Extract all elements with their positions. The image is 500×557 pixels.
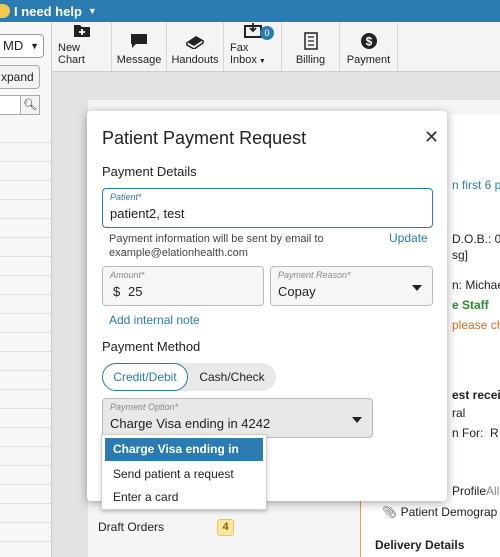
patient-field-label: Patient*	[110, 192, 142, 202]
payment-reason-select[interactable]: Payment Reason* Copay	[270, 266, 433, 306]
billing-button[interactable]: Billing	[282, 22, 340, 71]
help-icon	[0, 4, 10, 18]
payment-icon: $	[359, 32, 379, 50]
payment-method-toggle: Credit/Debit Cash/Check	[102, 363, 276, 391]
fax-inbox-button[interactable]: 0 Fax Inbox ▼	[224, 22, 282, 71]
bg-profile: Profile	[452, 484, 487, 498]
bg-r: R	[490, 426, 499, 440]
bg-first-pages: n first 6 pa	[452, 178, 500, 192]
credit-debit-option[interactable]: Credit/Debit	[102, 363, 188, 391]
dropdown-option-charge-visa[interactable]: Charge Visa ending in 4242	[105, 438, 263, 479]
provider-select[interactable]: MD ▼	[0, 34, 44, 58]
payment-option-dropdown: Charge Visa ending in 4242 Send patient …	[101, 434, 267, 510]
billing-icon	[301, 32, 321, 50]
fax-inbox-label: Fax Inbox ▼	[230, 42, 266, 66]
left-search-input[interactable]: 🔍︎	[0, 95, 40, 115]
payment-reason-value: Copay	[278, 284, 316, 299]
message-label: Message	[116, 54, 162, 66]
patient-field[interactable]: Patient* patient2, test	[102, 188, 433, 228]
dropdown-option-send-request[interactable]: Send patient a request	[102, 463, 266, 486]
bg-staff: e Staff	[452, 298, 489, 312]
bg-delivery: Delivery Details	[375, 538, 465, 552]
new-chart-label: New Chart	[58, 42, 85, 66]
payment-details-heading: Payment Details	[102, 164, 197, 179]
left-panel: MD ▼ xpand 🔍︎	[0, 22, 52, 557]
main-toolbar: New Chart Message Handouts 0 Fax Inbox ▼…	[52, 22, 500, 72]
add-internal-note-link[interactable]: Add internal note	[109, 313, 200, 327]
bg-msg: sg]	[452, 248, 469, 262]
expand-label: xpand	[1, 70, 34, 84]
payment-method-heading: Payment Method	[102, 339, 201, 354]
svg-text:$: $	[365, 35, 372, 49]
bg-dob: D.O.B.: 02	[452, 232, 500, 246]
provider-select-value: MD	[3, 38, 24, 53]
cash-check-option[interactable]: Cash/Check	[188, 363, 276, 391]
book-icon	[185, 32, 205, 50]
email-note: Payment information will be sent by emai…	[109, 233, 324, 259]
update-email-link[interactable]: Update	[389, 231, 428, 245]
modal-title: Patient Payment Request	[102, 128, 307, 148]
payment-option-value: Charge Visa ending in 4242	[110, 416, 271, 431]
amount-field[interactable]: Amount* $ 25	[102, 266, 264, 306]
chevron-down-icon: ▼	[30, 41, 39, 51]
payment-label: Payment	[346, 54, 391, 66]
chevron-down-icon	[412, 285, 422, 291]
search-icon[interactable]: 🔍︎	[20, 95, 40, 115]
payment-reason-label: Payment Reason*	[278, 270, 351, 280]
fax-count-badge: 0	[260, 26, 274, 40]
payment-option-label: Payment Option*	[110, 402, 179, 412]
chevron-down-icon	[352, 417, 362, 423]
amount-field-value: 25	[128, 284, 143, 299]
payment-button[interactable]: $ Payment	[340, 22, 398, 71]
patient-payment-request-modal: Patient Payment Request ✕ Payment Detail…	[87, 111, 447, 510]
bg-request: est receiv	[452, 388, 500, 402]
dropdown-option-enter-card[interactable]: Enter a card	[102, 486, 266, 509]
amount-field-label: Amount*	[110, 270, 145, 280]
message-icon	[129, 32, 149, 50]
patient-field-value: patient2, test	[110, 206, 185, 221]
close-icon[interactable]: ✕	[424, 127, 439, 148]
handouts-label: Handouts	[171, 54, 219, 66]
help-menu-label[interactable]: I need help	[14, 4, 82, 19]
message-button[interactable]: Message	[112, 22, 167, 71]
top-bar: I need help ▼	[0, 0, 500, 22]
billing-label: Billing	[295, 54, 326, 66]
folder-plus-icon	[72, 22, 92, 38]
new-chart-button[interactable]: New Chart	[52, 22, 112, 71]
bg-provider: n: Michae	[452, 278, 500, 292]
chevron-down-icon[interactable]: ▼	[88, 6, 97, 16]
bg-ral: ral	[452, 406, 466, 420]
bg-please: please che	[452, 318, 500, 332]
amount-currency-symbol: $	[113, 284, 121, 299]
bg-demographics: 📎︎ Patient Demograp	[382, 505, 498, 519]
bg-form: n For:	[452, 426, 484, 440]
draft-orders-link[interactable]: Draft Orders	[98, 520, 164, 534]
left-list	[0, 124, 51, 542]
draft-orders-count-badge: 4	[217, 519, 234, 536]
payment-option-select[interactable]: Payment Option* Charge Visa ending in 42…	[102, 398, 373, 438]
bg-all: All	[486, 484, 500, 498]
handouts-button[interactable]: Handouts	[167, 22, 224, 71]
expand-button[interactable]: xpand	[0, 65, 40, 89]
